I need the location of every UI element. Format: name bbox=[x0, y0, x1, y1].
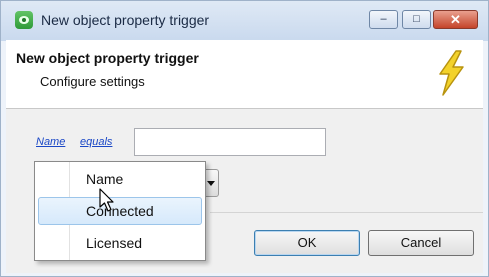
dropdown-option-connected[interactable]: Connected bbox=[38, 197, 202, 225]
header-subtitle: Configure settings bbox=[40, 74, 145, 89]
dropdown-option-name[interactable]: Name bbox=[38, 165, 202, 193]
title-bar[interactable]: New object property trigger – □ ✕ bbox=[1, 1, 488, 41]
value-input[interactable] bbox=[134, 128, 326, 156]
chevron-down-icon bbox=[207, 181, 215, 186]
cancel-button[interactable]: Cancel bbox=[368, 230, 474, 256]
close-button[interactable]: ✕ bbox=[433, 10, 478, 29]
mouse-cursor-icon bbox=[99, 188, 114, 212]
header-title: New object property trigger bbox=[16, 50, 199, 66]
maximize-button[interactable]: □ bbox=[402, 10, 431, 29]
eye-pupil bbox=[22, 18, 26, 22]
window-title: New object property trigger bbox=[41, 12, 210, 28]
field-name-link[interactable]: Name bbox=[36, 136, 65, 148]
lightning-bolt-icon bbox=[439, 50, 464, 96]
app-eye-icon bbox=[15, 11, 33, 29]
property-dropdown-list[interactable]: Name Connected Licensed bbox=[34, 161, 206, 261]
operator-equals-link[interactable]: equals bbox=[80, 136, 112, 148]
footer-divider bbox=[210, 212, 483, 213]
ok-button[interactable]: OK bbox=[254, 230, 360, 256]
minimize-button[interactable]: – bbox=[369, 10, 398, 29]
dropdown-option-licensed[interactable]: Licensed bbox=[38, 229, 202, 257]
